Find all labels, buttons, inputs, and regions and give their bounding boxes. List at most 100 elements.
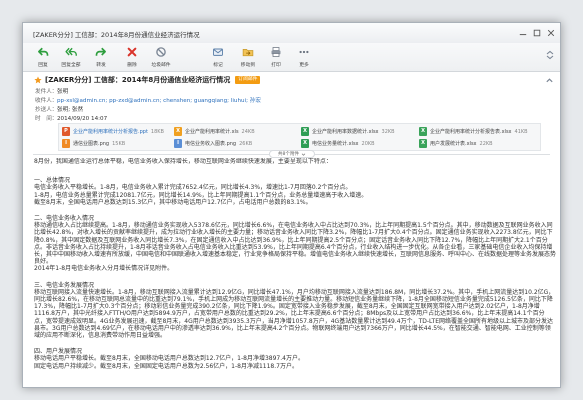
- to-label: 收件人：: [35, 98, 58, 104]
- file-icon: X: [301, 127, 309, 136]
- attachment-item[interactable]: X 企业产能利用率统计分析报告表.xlsx 41KB: [419, 126, 537, 137]
- date-row: 时 间：2014/09/20 14:07: [35, 114, 107, 122]
- body-intro: 8月份，我国通信业运行总体平稳，电信业务收入保持增长，移动互联网业务继续快速发展…: [34, 158, 332, 165]
- attachment-item[interactable]: X 企业产能利用率数据统计.xlsx 32KB: [301, 126, 415, 137]
- message-body: 8月份，我国通信业运行总体平稳，电信业务收入保持增长，移动互联网业务继续快速发展…: [34, 158, 556, 386]
- print-icon: [271, 47, 281, 57]
- from-row: 发件人：张明: [35, 87, 68, 95]
- maximize-button[interactable]: [531, 28, 542, 38]
- file-icon: X: [419, 127, 427, 136]
- reply-button[interactable]: 回复: [29, 46, 57, 70]
- body-paragraph: 移动电话用户平稳增长。截至8月末，全国移动电话用户总数达到12.7亿户，1-8月…: [34, 355, 304, 363]
- reply-all-button[interactable]: 回复全部: [57, 46, 85, 70]
- reply-icon: [38, 47, 49, 56]
- forward-icon: [95, 47, 106, 56]
- file-icon: I: [62, 139, 70, 148]
- section-heading: 三、电信业务发展情况: [34, 281, 95, 289]
- toolbar-options-button[interactable]: [545, 50, 555, 60]
- minimize-icon: [519, 34, 526, 36]
- attachments-toggle[interactable]: 共8个附件: [269, 150, 315, 158]
- body-section: 三、电信业务发展情况 移动互联网接入流量快速增长。1-8月，移动互联网接入流量累…: [34, 282, 556, 340]
- reply-all-label: 回复全部: [61, 63, 81, 68]
- move-to-button[interactable]: 移动到: [234, 46, 262, 70]
- junk-button[interactable]: 垃圾邮件: [147, 46, 175, 70]
- file-icon: I: [174, 139, 182, 148]
- attachment-item[interactable]: X 企业产能利用率统计.xls 24KB: [174, 126, 296, 137]
- body-section: 四、用户发展情况 移动电话用户平稳增长。截至8月末，全国移动电话用户总数达到12…: [34, 348, 556, 370]
- collapse-header-button[interactable]: [545, 76, 554, 85]
- more-button[interactable]: 更多: [290, 46, 318, 70]
- attachment-name: 企业产能利用率数据统计.xlsx: [312, 129, 379, 135]
- attachment-item[interactable]: X 电信业务量统计.xlsx 20KB: [301, 138, 415, 149]
- attachment-size: 26KB: [239, 140, 253, 147]
- attachment-item[interactable]: I 通信业图表.png 15KB: [62, 138, 170, 149]
- toolbar-options-icon: [546, 50, 554, 60]
- date-label: 时 间：: [35, 116, 58, 122]
- minimize-button[interactable]: [517, 28, 528, 38]
- attachment-item[interactable]: P 企业产能利用率统计分析报告.ppt 18KB: [62, 126, 170, 137]
- attachment-name: 电信业务收入图表.png: [185, 141, 237, 147]
- body-paragraph: 2014年1-8月电信业务收入分月增长情况详见附件。: [34, 265, 174, 273]
- delete-button[interactable]: 删除: [118, 46, 146, 70]
- attachment-name: 企业产能利用率统计.xls: [185, 129, 239, 135]
- more-icon: [299, 50, 309, 54]
- junk-icon: [156, 47, 166, 57]
- delete-label: 删除: [127, 63, 137, 68]
- cc-value[interactable]: 张明; 张然: [57, 107, 83, 113]
- move-to-label: 移动到: [240, 63, 256, 68]
- attachment-name: 企业产能利用率统计分析报告.ppt: [73, 129, 148, 135]
- attachment-size: 32KB: [381, 128, 395, 135]
- attachment-name: 用户发展统计表.xlsx: [430, 141, 477, 147]
- attachment-name: 企业产能利用率统计分析报告表.xlsx: [430, 129, 512, 135]
- subject-row: [ZAKER分分] 工信部：2014年8月份通信业经济运行情况 订阅邮件: [34, 74, 539, 86]
- attachment-size: 20KB: [361, 140, 375, 147]
- close-icon: [547, 29, 554, 37]
- title-bar[interactable]: [ZAKER分分] 工信部：2014年8月份通信业经济运行情况: [23, 23, 560, 43]
- body-paragraph: 移动通信收入占比继续提高。1-8月，移动通信业务实现收入5378.6亿元，同比增…: [34, 222, 556, 266]
- attachment-size: 24KB: [241, 128, 255, 135]
- attachments-summary: 共8个附件: [277, 152, 300, 157]
- print-button[interactable]: 打印: [262, 46, 290, 70]
- attachments-panel: P 企业产能利用率统计分析报告.ppt 18KB X 企业产能利用率统计.xls…: [58, 123, 541, 151]
- junk-label: 垃圾邮件: [151, 63, 171, 68]
- reply-all-icon: [65, 47, 77, 56]
- attachment-size: 22KB: [479, 140, 493, 147]
- forward-button[interactable]: 转发: [87, 46, 115, 70]
- body-paragraph: 截至8月末，全国电话用户总数达到15.3亿户，其中移动电话用户12.7亿户，占电…: [34, 198, 312, 206]
- body-paragraph: 固定电话用户持续减少。截至8月末，全国固定电话用户总数为2.56亿户，1-8月净…: [34, 362, 298, 370]
- subscription-badge[interactable]: 订阅邮件: [235, 76, 261, 84]
- date-value: 2014/09/20 14:07: [57, 116, 108, 122]
- delete-icon: [127, 47, 137, 57]
- attachment-size: 15KB: [112, 140, 126, 147]
- cc-label: 抄送人：: [35, 107, 58, 113]
- file-icon: P: [62, 127, 70, 136]
- body-section: 一、总体情况 电信业务收入平稳增长。1-8月，电信业务收入累计完成7652.4亿…: [34, 177, 556, 206]
- attachment-name: 电信业务量统计.xlsx: [312, 141, 359, 147]
- star-icon[interactable]: [34, 76, 45, 84]
- attachment-item[interactable]: X 用户发展统计表.xlsx 22KB: [419, 138, 537, 149]
- more-label: 更多: [299, 63, 309, 68]
- cc-row: 抄送人：张明; 张然: [35, 105, 83, 113]
- attachment-name: 通信业图表.png: [73, 141, 110, 147]
- body-paragraph: 移动互联网接入流量快速增长。1-8月，移动互联网接入流量累计达到12.9亿G，同…: [34, 288, 555, 340]
- chevron-up-icon: [546, 78, 553, 83]
- attachment-size: 18KB: [150, 128, 164, 135]
- body-paragraph: 电信业务收入平稳增长。1-8月，电信业务收入累计完成7652.4亿元，同比增长4…: [34, 184, 352, 192]
- from-label: 发件人：: [35, 89, 58, 95]
- attachment-size: 41KB: [514, 128, 528, 135]
- body-paragraph: 1-8月，电信业务总量累计完成12081.7亿元，同比增长14.9%，比上年同期…: [34, 191, 368, 199]
- mark-button[interactable]: 标记: [204, 46, 232, 70]
- chevron-down-icon: [301, 153, 306, 156]
- file-icon: X: [419, 139, 427, 148]
- file-icon: X: [174, 127, 182, 136]
- print-label: 打印: [271, 63, 281, 68]
- message-window: [ZAKER分分] 工信部：2014年8月份通信业经济运行情况 回复 回复全部: [22, 22, 561, 388]
- window-title: [ZAKER分分] 工信部：2014年8月份通信业经济运行情况: [33, 31, 200, 39]
- toolbar: 回复 回复全部 转发 删除 垃圾邮件 标记 移动到 打印 更多: [23, 43, 560, 72]
- attachment-item[interactable]: I 电信业务收入图表.png 26KB: [174, 138, 296, 149]
- mark-label: 标记: [213, 63, 223, 68]
- from-value[interactable]: 张明: [57, 89, 68, 95]
- to-value[interactable]: pp-xsl@admin.cn; pp-zxd@admin.cn; chensh…: [57, 98, 261, 104]
- to-row: 收件人：pp-xsl@admin.cn; pp-zxd@admin.cn; ch…: [35, 96, 261, 104]
- close-button[interactable]: [545, 28, 556, 38]
